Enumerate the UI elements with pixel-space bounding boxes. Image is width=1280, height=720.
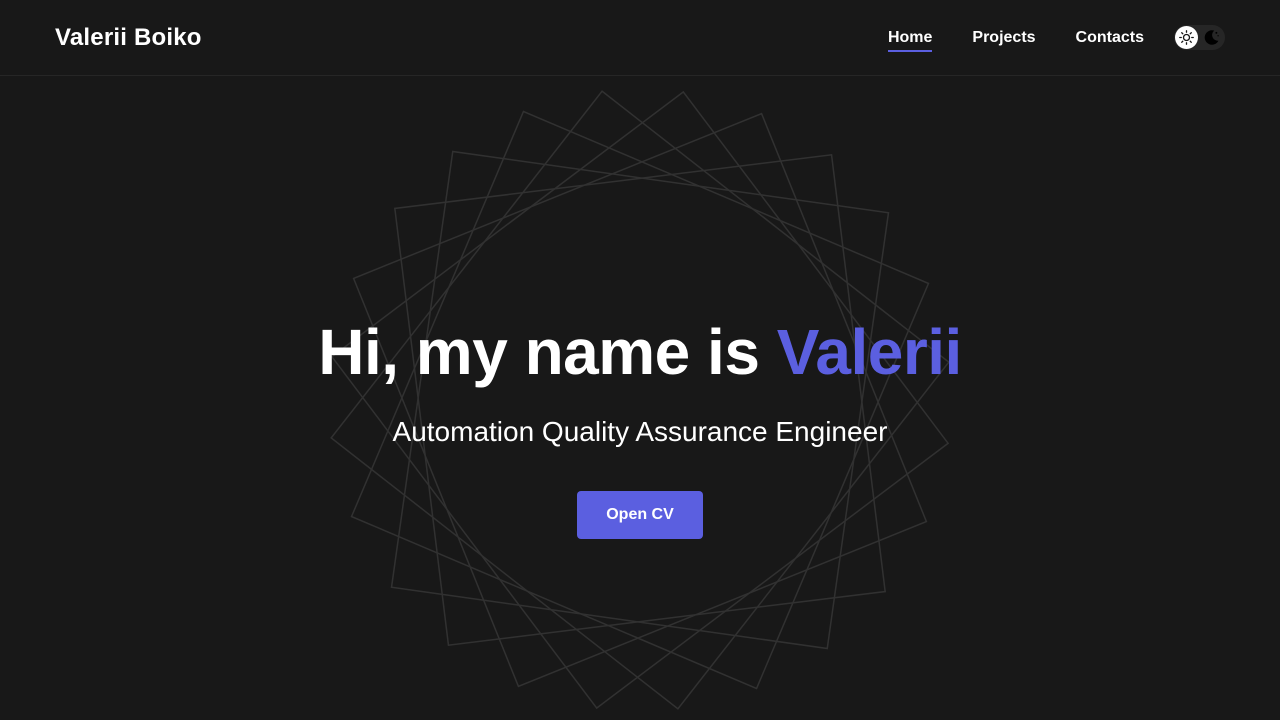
nav-projects[interactable]: Projects [972,27,1035,52]
hero-subtitle: Automation Quality Assurance Engineer [392,416,888,447]
site-header: Valerii Boiko Home Projects Contacts [0,0,1280,76]
site-logo[interactable]: Valerii Boiko [55,22,202,54]
page: Valerii Boiko Home Projects Contacts Hi,… [0,0,1280,720]
toggle-knob [1175,26,1198,49]
open-cv-button[interactable]: Open CV [577,491,703,539]
moon-icon [1202,28,1221,47]
hero-title-prefix: Hi, my name is [318,316,777,388]
hero-section: Hi, my name is Valerii Automation Qualit… [0,310,1280,450]
main-nav: Home Projects Contacts [887,27,1144,52]
nav-home[interactable]: Home [887,27,933,52]
theme-toggle[interactable] [1174,25,1225,50]
nav-contacts[interactable]: Contacts [1076,27,1144,52]
hero-title: Hi, my name is Valerii [0,310,1280,394]
sun-icon [1179,30,1194,45]
hero-title-name: Valerii [776,316,963,388]
